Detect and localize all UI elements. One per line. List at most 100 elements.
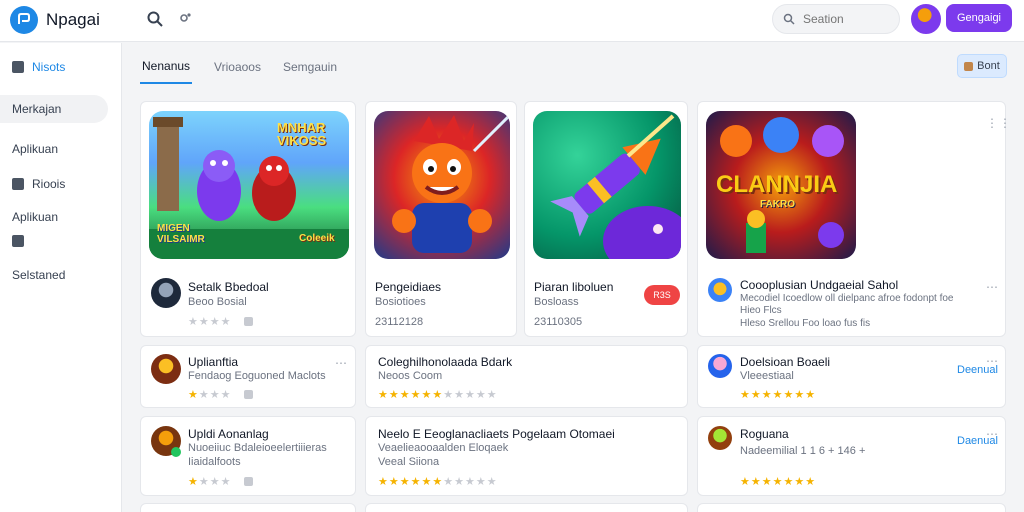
list-item[interactable]: Uplianftia Fendaog Eoguoned Maclots ★★★★… [140,345,356,408]
star-icon: ★ [486,389,498,401]
list-item[interactable]: Upldi Aonanlag Nuoeiiuc Bdaleioeelertiii… [140,416,356,496]
star-icon: ★ [410,476,422,488]
sidebar-item-label: Merkajan [12,102,62,116]
sidebar-item-label: Rioois [32,177,66,191]
star-icon: ★ [443,389,455,401]
app-title: Doelsioan Boaeli [740,355,831,369]
star-icon: ★ [432,476,444,488]
logo-mark-icon [10,6,38,34]
more-options-icon[interactable]: ⋯ [986,280,999,294]
tab-vrioaoos[interactable]: Vrioaoos [214,50,261,84]
search-bar[interactable] [772,4,900,34]
rating-stars: ★★★★ [188,475,232,488]
app-icon [708,426,732,450]
list-item[interactable]: Coleghilhonolaada Bdark Neoos Coom ★★★★★… [365,345,688,408]
top-bar: Npagai Gengaigi [0,0,1024,42]
app-icon [708,354,732,378]
sidebar-item-aplikuan[interactable]: Aplikuan [0,135,122,163]
more-options-icon[interactable]: ⋮⋮ [986,116,1012,130]
search-input[interactable] [803,12,883,26]
star-icon: ★ [772,476,784,488]
star-icon: ★ [209,316,221,328]
star-icon: ★ [220,476,232,488]
app-meta: Iiaidalfoots [188,456,241,468]
featured-card[interactable]: Pengeidiaes Bosiotioes 23112128 [365,101,517,337]
download-button[interactable]: Daenual [957,435,998,447]
sidebar-item-aplikuan-2[interactable]: Aplikuan [0,203,122,231]
sidebar-item-nisots[interactable]: Nisots [0,53,122,81]
star-icon: ★ [220,389,232,401]
art-caption: MIGEN VILSAIMR [157,223,205,245]
rating-stars: ★★★★★★★ [740,475,816,488]
star-icon: ★ [794,389,806,401]
app-title: Piaran liboluen [534,280,614,294]
rating-stars: ★★★★★★★ [740,388,816,401]
app-subtitle: Veaelieaooaalden Eloqaek [378,442,509,454]
download-icon [244,477,253,486]
star-icon: ★ [388,389,400,401]
featured-card[interactable]: MNHAR VIKOSS MIGEN VILSAIMR Coleeik Seta… [140,101,356,337]
star-icon: ★ [783,476,795,488]
list-item[interactable] [697,503,1006,512]
sidebar-item-rioois[interactable]: Rioois [0,170,122,198]
voice-icon[interactable] [178,10,196,28]
game-artwork [533,111,681,259]
star-icon: ★ [209,389,221,401]
filter-button[interactable]: Bont [957,54,1007,78]
app-logo[interactable]: Npagai [10,6,100,34]
download-button[interactable]: Deenual [957,364,998,376]
star-icon: ★ [750,476,762,488]
star-icon: ★ [410,389,422,401]
star-icon: ★ [740,389,751,401]
sidebar-item-icon-row[interactable] [0,233,122,249]
tab-semgauin[interactable]: Semgauin [283,50,337,84]
user-avatar[interactable] [911,4,941,34]
grid-icon [12,178,24,190]
app-subtitle: Beoo Bosial [188,296,247,308]
list-item[interactable] [365,503,688,512]
sidebar-item-label: Nisots [32,60,66,74]
app-title: Neelo E Eeoglanacliaets Pogelaam Otomaei [378,427,615,441]
app-title: Roguana [740,427,789,441]
list-item[interactable]: Neelo E Eeoglanacliaets Pogelaam Otomaei… [365,416,688,496]
star-icon: ★ [399,389,411,401]
download-icon [244,317,253,326]
sidebar-item-merkajan[interactable]: Merkajan [0,95,108,123]
install-button[interactable]: R3S [644,285,680,305]
featured-card[interactable]: Piaran liboluen Bosloass 23110305 R3S [524,101,688,337]
primary-button[interactable]: Gengaigi [946,4,1012,32]
featured-card[interactable]: CLANNJIA FAKRO ⋮⋮ Coooplusian Undgaeial … [697,101,1011,337]
sidebar-item-selstaned[interactable]: Selstaned [0,261,122,289]
app-subtitle: Nuoeiiuc Bdaleioeelertiiieras [188,442,327,454]
rating-stars: ★★★★★★★★★★★ [378,388,498,401]
star-icon: ★ [188,316,199,328]
game-artwork: CLANNJIA FAKRO [706,111,856,259]
star-icon: ★ [794,476,806,488]
search-small-icon [783,13,795,25]
app-subtitle: Bosiotioes [375,296,426,308]
app-meta: Hieo Flcs [740,305,782,316]
tab-nenanus[interactable]: Nenanus [140,50,193,84]
art-caption: FAKRO [760,199,795,210]
star-icon: ★ [378,476,389,488]
star-icon: ★ [772,389,784,401]
star-icon: ★ [740,476,751,488]
rating-stars: ★★★★ [188,315,232,328]
verified-icon [171,447,181,457]
list-item[interactable]: Doelsioan Boaeli Vleeestiaal ★★★★★★★ ⋯ D… [697,345,1006,408]
game-artwork [374,111,510,259]
star-icon: ★ [750,389,762,401]
search-icon[interactable] [146,10,164,28]
list-item[interactable] [140,503,356,512]
star-icon: ★ [399,476,411,488]
star-icon: ★ [198,316,210,328]
sidebar-item-label: Selstaned [12,268,66,282]
app-title: Uplianftia [188,355,239,369]
art-title: CLANNJIA [716,171,838,198]
star-icon: ★ [486,476,498,488]
app-meta: 23110305 [534,316,583,328]
download-icon [244,390,253,399]
list-item[interactable]: Roguana Nadeemilial 1 1 6 + 146 + ★★★★★★… [697,416,1006,496]
star-icon: ★ [388,476,400,488]
more-options-icon[interactable]: ⋯ [335,356,348,370]
